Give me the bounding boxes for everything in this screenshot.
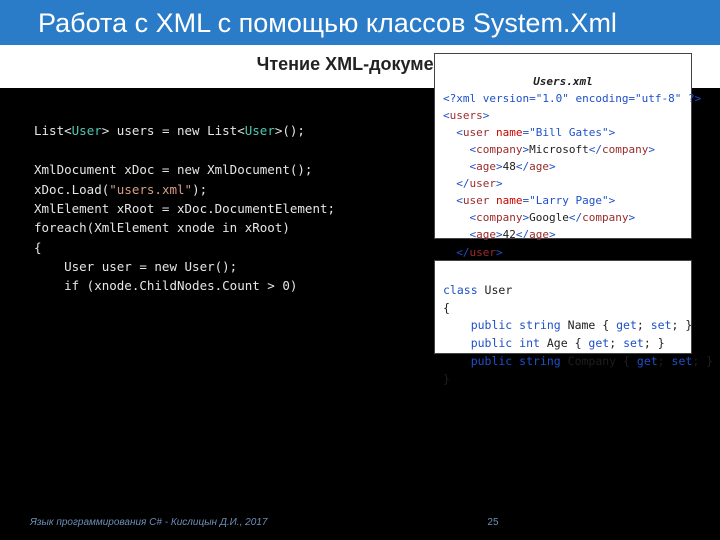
code-block-xml: Users.xml<?xml version="1.0" encoding="u… xyxy=(434,53,692,239)
slide-title: Работа с XML с помощью классов System.Xm… xyxy=(38,8,617,39)
footer-credit: Язык программирования C# - Кислицын Д.И.… xyxy=(30,517,267,528)
footer: Язык программирования C# - Кислицын Д.И.… xyxy=(30,517,690,528)
code-block-class: class User { public string Name { get; s… xyxy=(434,260,692,354)
code-block-csharp: List<User> users = new List<User>(); Xml… xyxy=(34,102,414,296)
xml-filename: Users.xml xyxy=(443,73,683,90)
slide-subtitle: Чтение XML-документа xyxy=(257,54,464,75)
page-number: 25 xyxy=(487,517,498,528)
title-bar: Работа с XML с помощью классов System.Xm… xyxy=(0,0,720,46)
